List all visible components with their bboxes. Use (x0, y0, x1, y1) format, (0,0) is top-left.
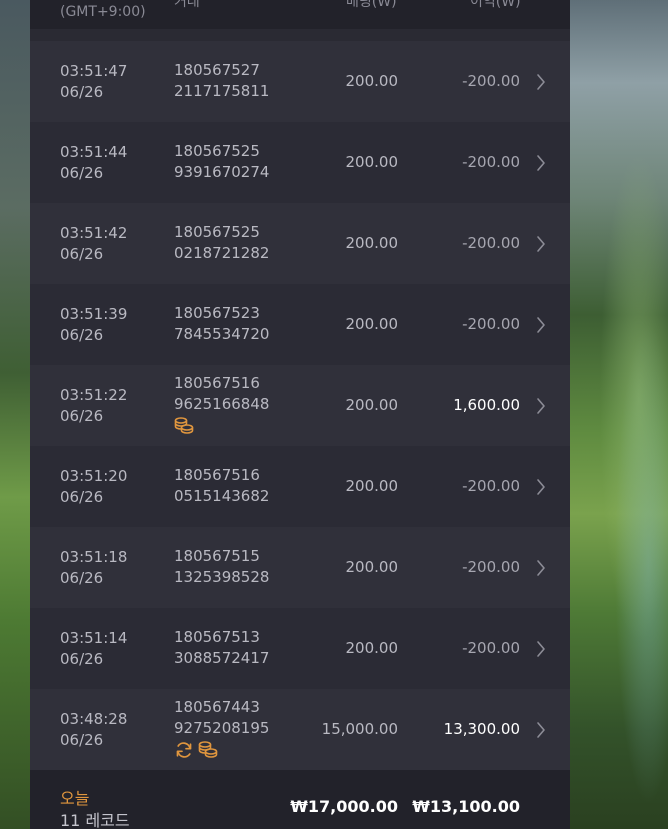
row-id-line2: 0515143682 (174, 487, 270, 505)
coins-icon (174, 417, 194, 437)
row-id-line2: 9625166848 (174, 395, 270, 413)
row-id-line2: 9275208195 (174, 719, 270, 737)
row-time: 03:51:14 (60, 629, 128, 647)
background-left (0, 0, 30, 829)
chevron-right-icon[interactable] (534, 640, 548, 658)
row-profit: -200.00 (462, 477, 520, 495)
row-time: 03:51:22 (60, 386, 128, 404)
row-date: 06/26 (60, 407, 104, 425)
row-id-line1: 180567443 (174, 698, 260, 716)
row-profit: -200.00 (462, 72, 520, 90)
row-time: 03:51:47 (60, 62, 128, 80)
row-time: 03:48:28 (60, 710, 128, 728)
row-bet: 200.00 (345, 396, 399, 414)
row-badges (174, 417, 194, 437)
row-profit: -200.00 (462, 315, 520, 333)
header-trade-label: 거래 (174, 0, 200, 10)
header-timezone-label: (GMT+9:00) (60, 4, 146, 20)
row-time: 03:51:20 (60, 467, 128, 485)
row-date: 06/26 (60, 731, 104, 749)
history-row[interactable]: 03:51:14 06/26 180567513 3088572417 200.00 -2… (30, 608, 570, 689)
row-date: 06/26 (60, 83, 104, 101)
chevron-right-icon[interactable] (534, 478, 548, 496)
row-profit: -200.00 (462, 153, 520, 171)
row-id-line1: 180567515 (174, 547, 260, 565)
history-row[interactable]: 03:51:44 06/26 180567525 9391670274 200.00 -2… (30, 122, 570, 203)
row-id-line1: 180567525 (174, 223, 260, 241)
total-profit: ₩13,100.00 (412, 797, 520, 816)
row-bet: 200.00 (345, 477, 399, 495)
row-id-line2: 3088572417 (174, 649, 270, 667)
row-profit: -200.00 (462, 639, 520, 657)
header-bet-label: 배팅(₩) (346, 0, 397, 10)
row-id-line1: 180567516 (174, 374, 260, 392)
history-row[interactable]: 03:51:22 06/26 180567516 9625166848 200.00 1,… (30, 365, 570, 446)
chevron-right-icon[interactable] (534, 721, 548, 739)
row-date: 06/26 (60, 245, 104, 263)
row-date: 06/26 (60, 488, 104, 506)
row-profit: -200.00 (462, 558, 520, 576)
row-bet: 200.00 (345, 72, 399, 90)
row-bet: 15,000.00 (321, 720, 398, 738)
row-date: 06/26 (60, 164, 104, 182)
row-id-line2: 9391670274 (174, 163, 270, 181)
history-panel: 거래 배팅(₩) 이익(₩) (GMT+9:00) 03:51:47 06/26 1… (30, 0, 570, 829)
row-id-line1: 180567513 (174, 628, 260, 646)
row-bet: 200.00 (345, 558, 399, 576)
record-count: 11 레코드 (60, 811, 130, 829)
row-id-line2: 7845534720 (174, 325, 270, 343)
row-id-line1: 180567525 (174, 142, 260, 160)
row-id-line2: 0218721282 (174, 244, 270, 262)
row-time: 03:51:42 (60, 224, 128, 242)
row-id-line1: 180567527 (174, 61, 260, 79)
header-profit-label: 이익(₩) (470, 0, 521, 10)
row-id-line2: 2117175811 (174, 82, 270, 100)
history-row[interactable]: 03:51:42 06/26 180567525 0218721282 200.00 -2… (30, 203, 570, 284)
background-right (570, 0, 668, 829)
chevron-right-icon[interactable] (534, 154, 548, 172)
row-profit: -200.00 (462, 234, 520, 252)
chevron-right-icon[interactable] (534, 397, 548, 415)
row-bet: 200.00 (345, 153, 399, 171)
history-row[interactable]: 03:51:18 06/26 180567515 1325398528 200.00 -2… (30, 527, 570, 608)
chevron-right-icon[interactable] (534, 316, 548, 334)
row-badges (174, 741, 218, 761)
chevron-right-icon[interactable] (534, 235, 548, 253)
row-date: 06/26 (60, 569, 104, 587)
row-id-line2: 1325398528 (174, 568, 270, 586)
row-time: 03:51:18 (60, 548, 128, 566)
row-time: 03:51:44 (60, 143, 128, 161)
chevron-right-icon[interactable] (534, 73, 548, 91)
row-profit: 1,600.00 (453, 396, 520, 414)
row-bet: 200.00 (345, 234, 399, 252)
history-row[interactable]: 03:51:39 06/26 180567523 7845534720 200.00 -2… (30, 284, 570, 365)
history-row[interactable]: 03:51:47 06/26 180567527 2117175811 200.00 -2… (30, 41, 570, 122)
summary-footer: 오늘 11 레코드 ₩17,000.00 ₩13,100.00 (30, 770, 570, 829)
row-id-line1: 180567523 (174, 304, 260, 322)
coins-icon (198, 741, 218, 761)
chevron-right-icon[interactable] (534, 559, 548, 577)
row-profit: 13,300.00 (443, 720, 520, 738)
row-date: 06/26 (60, 650, 104, 668)
today-label: 오늘 (60, 789, 90, 808)
table-header: 거래 배팅(₩) 이익(₩) (GMT+9:00) (30, 0, 570, 29)
refresh-icon (174, 741, 194, 761)
history-row[interactable]: 03:48:28 06/26 180567443 9275208195 15,000.0… (30, 689, 570, 770)
row-time: 03:51:39 (60, 305, 128, 323)
row-date: 06/26 (60, 326, 104, 344)
row-bet: 200.00 (345, 315, 399, 333)
row-id-line1: 180567516 (174, 466, 260, 484)
total-bet: ₩17,000.00 (290, 797, 398, 816)
row-bet: 200.00 (345, 639, 399, 657)
history-row[interactable]: 03:51:20 06/26 180567516 0515143682 200.00 -2… (30, 446, 570, 527)
